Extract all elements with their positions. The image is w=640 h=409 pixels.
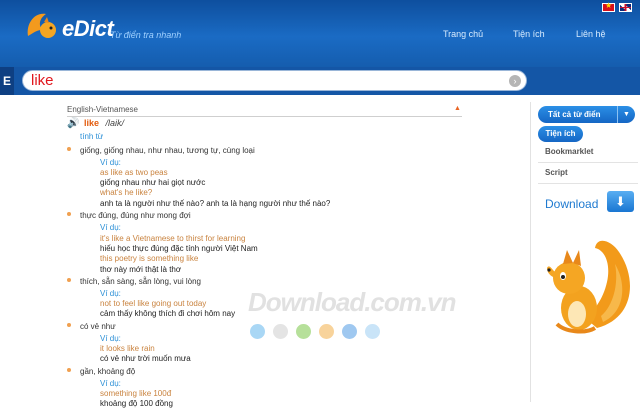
example-label: Ví dụ:: [100, 379, 121, 388]
sidebar: Tất cả từ điển ▼ Tiện ích Bookmarklet Sc…: [530, 102, 640, 402]
example-vi: khoảng độ 100 đồng: [100, 399, 173, 408]
uk-flag-icon[interactable]: [619, 3, 632, 12]
part-of-speech: tính từ: [80, 132, 104, 141]
squirrel-logo-icon: [27, 13, 56, 38]
headword-line: 🔊 like /laik/: [67, 118, 124, 129]
example-en: not to feel like going out today: [100, 299, 207, 308]
example-vi: thơ này mới thật là thơ: [100, 265, 182, 274]
loader-dot: [319, 324, 334, 339]
example-vi: hiếu học thực đúng đặc tính người Việt N…: [100, 244, 258, 253]
nav-contact[interactable]: Liên hệ: [576, 29, 606, 39]
sense-item: giống, giống nhau, như nhau, tương tự, c…: [67, 146, 255, 155]
bullet-icon: [67, 323, 71, 327]
example-vi: giống nhau như hai giọt nước: [100, 178, 206, 187]
sense-meaning: gần, khoảng độ: [80, 367, 136, 376]
search-prefix: E: [0, 67, 14, 95]
search-box[interactable]: ›: [22, 70, 527, 91]
loader-dot: [342, 324, 357, 339]
nav-utilities[interactable]: Tiện ích: [513, 29, 545, 39]
download-icon[interactable]: ⬇: [607, 191, 634, 212]
nav-home[interactable]: Trang chủ: [443, 29, 483, 39]
search-input[interactable]: [31, 72, 501, 89]
phonetic: /laik/: [105, 118, 125, 128]
bullet-icon: [67, 147, 71, 151]
search-go-icon[interactable]: ›: [509, 75, 521, 87]
example-en: it's like a Vietnamese to thirst for lea…: [100, 234, 246, 243]
example-vi: có vẻ như trời muốn mưa: [100, 354, 191, 363]
bullet-icon: [67, 278, 71, 282]
loader-dot: [296, 324, 311, 339]
logo-text: eDict: [62, 16, 114, 41]
sense-item: có vẻ như: [67, 322, 116, 331]
loader-dots: [250, 324, 380, 339]
collapse-icon[interactable]: ▲: [454, 105, 461, 112]
download-link[interactable]: Download: [545, 197, 598, 211]
example-vi: anh ta là người như thế nào? anh ta là h…: [100, 199, 331, 208]
watermark: Download.com.vn: [248, 287, 456, 317]
sense-item: thực đúng, đúng như mong đợi: [67, 211, 191, 220]
sense-meaning: giống, giống nhau, như nhau, tương tự, c…: [80, 146, 255, 155]
utilities-button[interactable]: Tiện ích: [538, 126, 583, 142]
all-dictionaries-button[interactable]: Tất cả từ điển ▼: [538, 106, 635, 123]
sense-item: thích, sẵn sàng, sẵn lòng, vui lòng: [67, 277, 201, 286]
speaker-icon[interactable]: 🔊: [67, 118, 79, 129]
squirrel-mascot-icon: [547, 240, 630, 334]
loader-dot: [365, 324, 380, 339]
main-content: English-Vietnamese ▲ 🔊 like /laik/ tính …: [0, 95, 640, 409]
loader-dot: [273, 324, 288, 339]
divider: [538, 183, 638, 184]
script-link[interactable]: Script: [545, 168, 568, 177]
sense-meaning: thích, sẵn sàng, sẵn lòng, vui lòng: [80, 277, 201, 286]
example-label: Ví dụ:: [100, 223, 121, 232]
sense-meaning: thực đúng, đúng như mong đợi: [80, 211, 191, 220]
language-flags: [602, 1, 632, 12]
divider: [538, 162, 638, 163]
bullet-icon: [67, 212, 71, 216]
example-en: what's he like?: [100, 188, 153, 197]
bookmarklet-link[interactable]: Bookmarklet: [545, 147, 593, 156]
example-en: something like 100đ: [100, 389, 172, 398]
header: eDict Từ điển tra nhanh Trang chủ Tiện í…: [0, 0, 640, 67]
sense-meaning: có vẻ như: [80, 322, 116, 331]
example-label: Ví dụ:: [100, 289, 121, 298]
chevron-down-icon[interactable]: ▼: [617, 106, 635, 123]
example-en: as like as two peas: [100, 168, 168, 177]
example-label: Ví dụ:: [100, 158, 121, 167]
bullet-icon: [67, 368, 71, 372]
example-label: Ví dụ:: [100, 334, 121, 343]
example-vi: cảm thấy không thích đi chơi hôm nay: [100, 309, 236, 318]
headword: like: [83, 118, 99, 128]
vietnam-flag-icon[interactable]: [602, 1, 615, 12]
dictionary-title: English-Vietnamese: [67, 105, 462, 117]
tagline: Từ điển tra nhanh: [110, 30, 182, 40]
example-en: this poetry is something like: [100, 254, 199, 263]
sense-item: gần, khoảng độ: [67, 367, 136, 376]
example-en: it looks like rain: [100, 344, 155, 353]
loader-dot: [250, 324, 265, 339]
all-dictionaries-label: Tất cả từ điển: [548, 110, 601, 119]
